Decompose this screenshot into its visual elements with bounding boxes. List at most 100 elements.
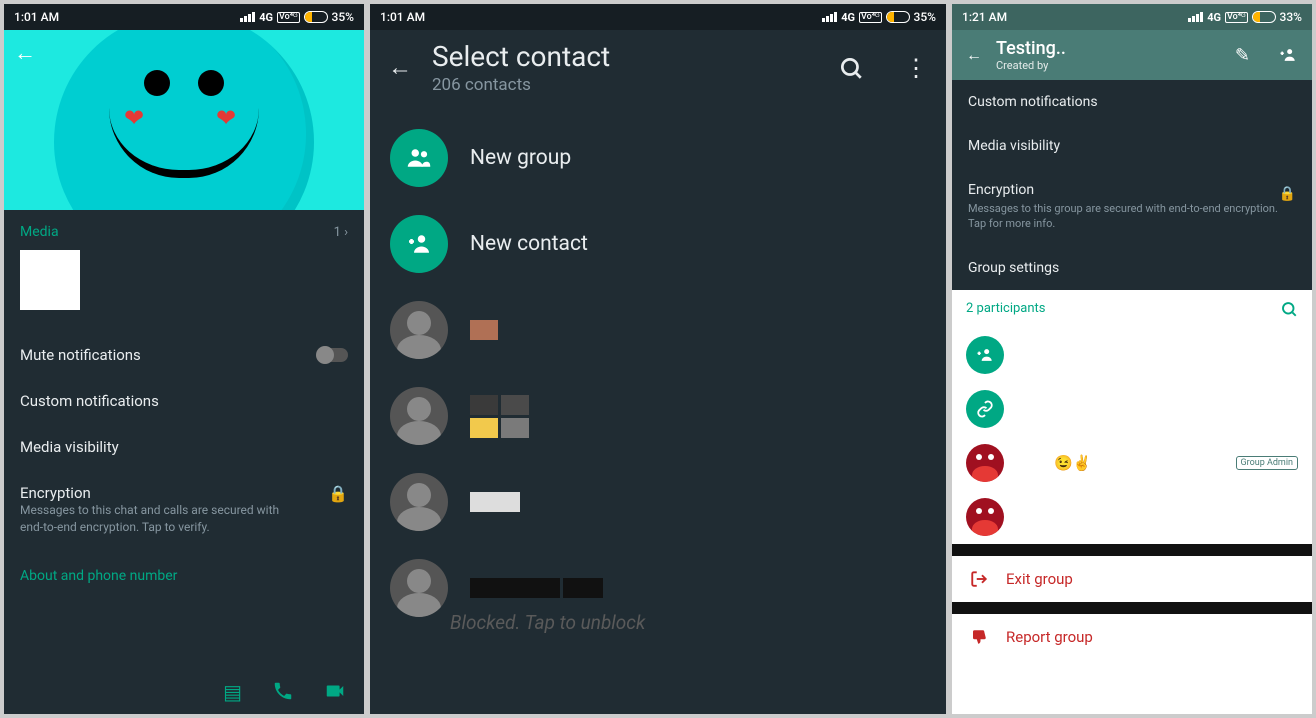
- profile-hero[interactable]: ← ❤❤: [4, 30, 364, 210]
- contact-name-redacted: [470, 395, 529, 438]
- battery-icon: [1252, 11, 1276, 23]
- battery-pct: 33%: [1280, 10, 1302, 24]
- participants-count: 2 participants: [966, 301, 1046, 316]
- participant-status: 😉✌️: [1054, 454, 1091, 472]
- participant-row[interactable]: 😉✌️ Group Admin: [952, 436, 1312, 490]
- contact-row[interactable]: [370, 373, 946, 459]
- contact-row[interactable]: [370, 287, 946, 373]
- status-bar: 1:01 AM 4G Vo⁴ᴳ 35%: [370, 4, 946, 30]
- contact-row[interactable]: [370, 545, 946, 619]
- volte-label: Vo⁴ᴳ: [1225, 12, 1248, 23]
- call-icon[interactable]: [272, 680, 294, 704]
- new-contact-row[interactable]: New contact: [370, 201, 946, 287]
- group-icon: [390, 129, 448, 187]
- media-section-header[interactable]: Media 1 ›: [20, 224, 348, 240]
- battery-icon: [304, 11, 328, 23]
- add-participants-row[interactable]: [952, 328, 1312, 382]
- avatar-placeholder: [390, 559, 448, 617]
- encryption-sub: Messages to this chat and calls are secu…: [20, 502, 328, 536]
- new-group-row[interactable]: New group: [370, 115, 946, 201]
- back-icon[interactable]: ←: [14, 40, 36, 66]
- encryption-title: Encryption: [20, 484, 328, 502]
- status-time: 1:01 AM: [14, 10, 59, 24]
- exit-group-row[interactable]: Exit group: [952, 556, 1312, 602]
- more-icon[interactable]: ⋮: [904, 54, 928, 82]
- about-phone-link[interactable]: About and phone number: [20, 550, 348, 592]
- add-participant-icon[interactable]: [1278, 45, 1298, 65]
- search-icon[interactable]: [1280, 300, 1298, 318]
- media-count: 1 ›: [334, 225, 348, 240]
- participants-header: 2 participants: [952, 290, 1312, 328]
- screen-select-contact: 1:01 AM 4G Vo⁴ᴳ 35% ← Select contact 206…: [370, 4, 946, 714]
- status-time: 1:21 AM: [962, 10, 1007, 24]
- group-header: ← Testing.. Created by ✎: [952, 30, 1312, 80]
- mute-row[interactable]: Mute notifications: [20, 332, 348, 378]
- encryption-row[interactable]: Encryption Messages to this group are se…: [952, 168, 1312, 246]
- custom-notifications-row[interactable]: Custom notifications: [20, 378, 348, 424]
- report-label: Report group: [1006, 628, 1093, 646]
- battery-pct: 35%: [914, 10, 936, 24]
- app-bar: ← Select contact 206 contacts ⋮: [370, 30, 946, 109]
- participant-avatar: [966, 444, 1004, 482]
- media-thumbnail[interactable]: [20, 250, 80, 310]
- network-label: 4G: [259, 11, 273, 24]
- contact-row[interactable]: [370, 459, 946, 545]
- avatar-placeholder: [390, 473, 448, 531]
- encryption-row[interactable]: Encryption Messages to this chat and cal…: [20, 470, 348, 550]
- avatar-placeholder: [390, 387, 448, 445]
- new-contact-label: New contact: [470, 232, 588, 256]
- thumbs-down-icon: [970, 628, 990, 646]
- signal-icon: [1188, 12, 1203, 22]
- edit-icon[interactable]: ✎: [1235, 45, 1250, 66]
- avatar-placeholder: [390, 301, 448, 359]
- report-group-row[interactable]: Report group: [952, 614, 1312, 660]
- screen-group-info: 1:21 AM 4G Vo⁴ᴳ 33% ← Testing.. Created …: [952, 4, 1312, 714]
- blocked-label[interactable]: Blocked. Tap to unblock: [450, 611, 946, 638]
- back-icon[interactable]: ←: [388, 53, 412, 82]
- search-icon[interactable]: [838, 55, 864, 81]
- battery-pct: 35%: [332, 10, 354, 24]
- message-icon[interactable]: ▤: [223, 680, 242, 704]
- volte-label: Vo⁴ᴳ: [859, 12, 882, 23]
- add-participant-icon: [966, 336, 1004, 374]
- media-visibility-row[interactable]: Media visibility: [952, 124, 1312, 168]
- new-group-label: New group: [470, 146, 571, 170]
- action-bar: ▤: [4, 670, 364, 714]
- group-settings-row[interactable]: Group settings: [952, 246, 1312, 290]
- encryption-sub: Messages to this group are secured with …: [968, 201, 1279, 232]
- mute-toggle[interactable]: [318, 348, 348, 362]
- custom-notifications-row[interactable]: Custom notifications: [952, 80, 1312, 124]
- screen-chat-info: 1:01 AM 4G Vo⁴ᴳ 35% ← ❤❤ Media 1 ›: [4, 4, 364, 714]
- signal-icon: [822, 12, 837, 22]
- video-icon[interactable]: [324, 680, 346, 704]
- add-contact-icon: [390, 215, 448, 273]
- exit-label: Exit group: [1006, 570, 1073, 588]
- exit-icon: [970, 570, 990, 588]
- media-label: Media: [20, 224, 59, 240]
- network-label: 4G: [841, 11, 855, 24]
- contact-name-redacted: [470, 320, 498, 340]
- status-bar: 1:21 AM 4G Vo⁴ᴳ 33%: [952, 4, 1312, 30]
- participant-avatar: [966, 498, 1004, 536]
- media-visibility-row[interactable]: Media visibility: [20, 424, 348, 470]
- group-subtitle: Created by: [996, 59, 1066, 72]
- invite-link-row[interactable]: [952, 382, 1312, 436]
- admin-badge: Group Admin: [1236, 456, 1298, 470]
- status-bar: 1:01 AM 4G Vo⁴ᴳ 35%: [4, 4, 364, 30]
- link-icon: [966, 390, 1004, 428]
- contact-name-redacted: [470, 578, 603, 598]
- network-label: 4G: [1207, 11, 1221, 24]
- contacts-count: 206 contacts: [432, 75, 610, 95]
- contact-name-redacted: [470, 492, 520, 512]
- battery-icon: [886, 11, 910, 23]
- lock-icon: 🔒: [328, 484, 348, 503]
- page-title: Select contact: [432, 40, 610, 73]
- group-title: Testing..: [996, 38, 1066, 59]
- participant-row[interactable]: [952, 490, 1312, 544]
- lock-icon: 🔒: [1279, 186, 1296, 202]
- signal-icon: [240, 12, 255, 22]
- volte-label: Vo⁴ᴳ: [277, 12, 300, 23]
- status-time: 1:01 AM: [380, 10, 425, 24]
- encryption-title: Encryption: [968, 182, 1279, 198]
- back-icon[interactable]: ←: [966, 45, 982, 65]
